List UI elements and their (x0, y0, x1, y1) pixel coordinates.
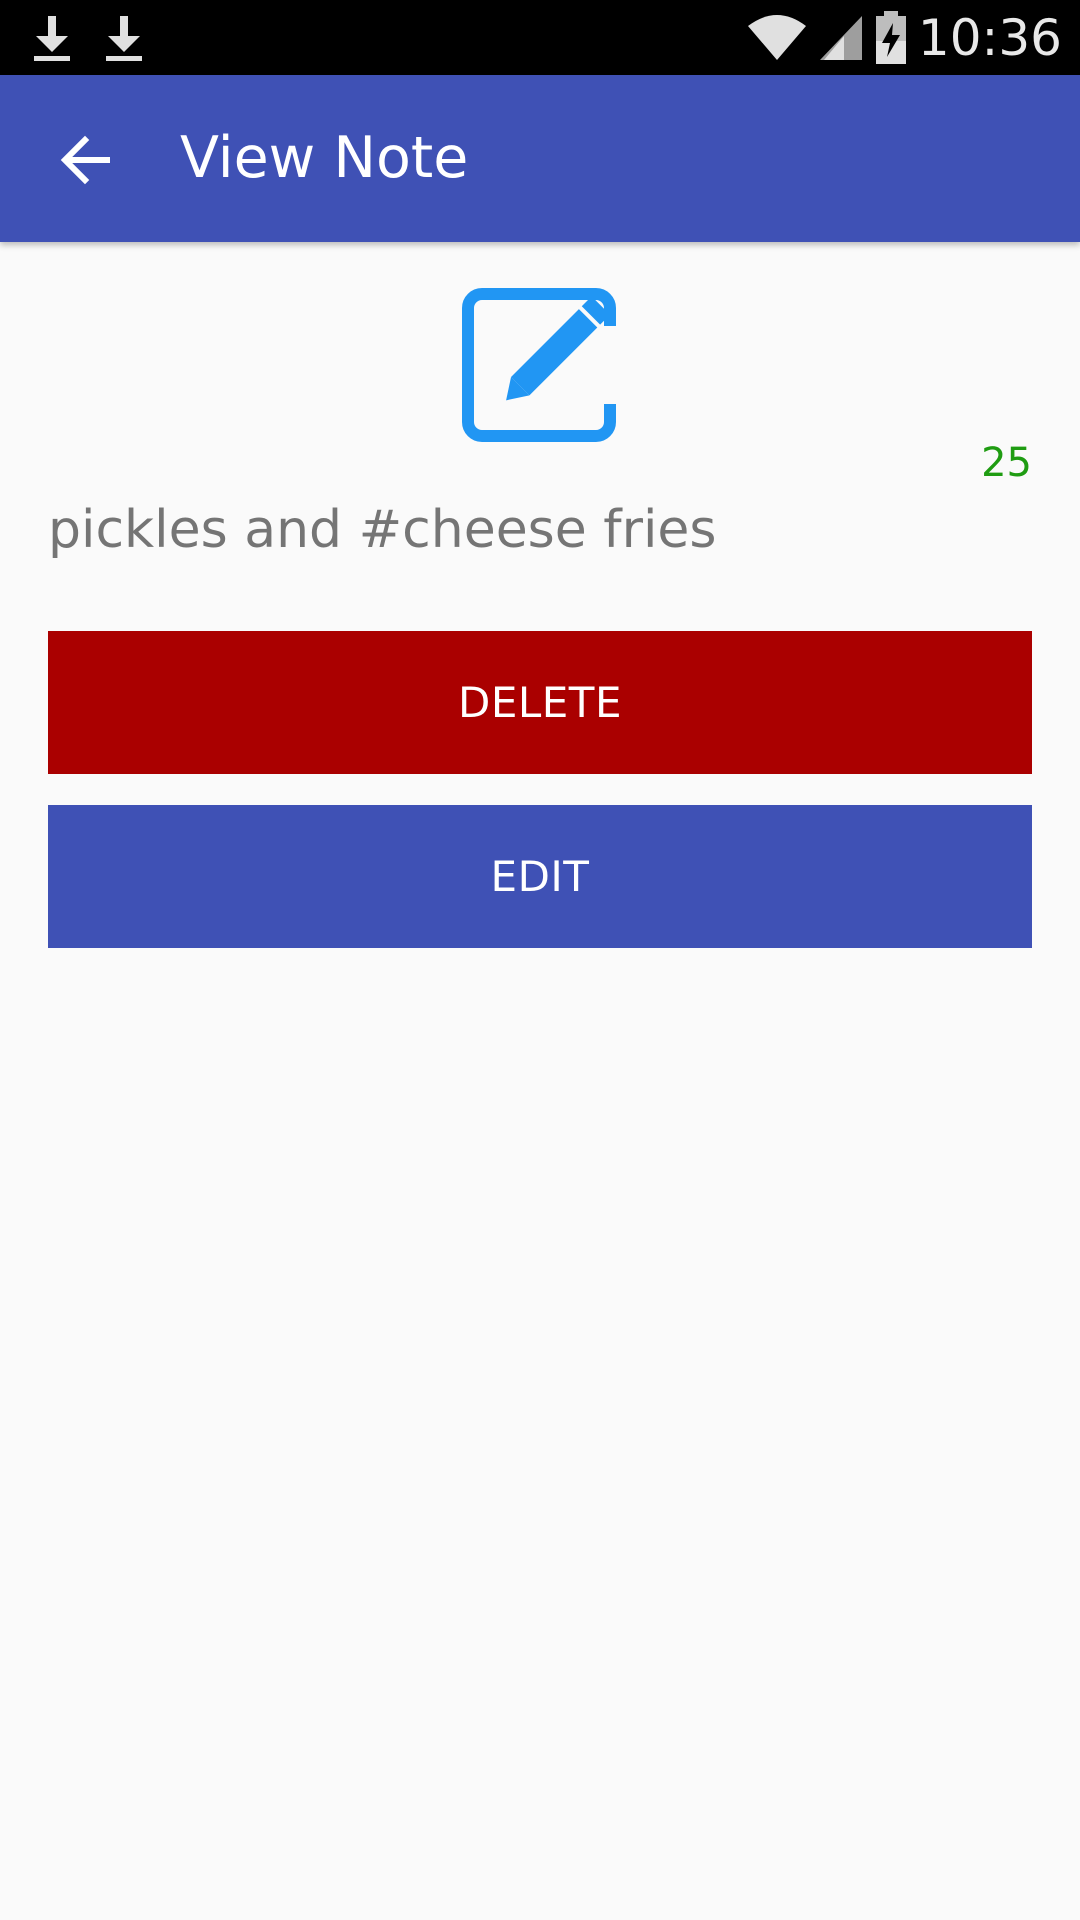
download-icon (34, 16, 70, 61)
edit-note-icon (462, 288, 618, 442)
delete-button[interactable]: DELETE (48, 631, 1032, 774)
wifi-icon (747, 14, 806, 60)
battery-charging-icon (875, 10, 906, 64)
character-count: 25 (981, 440, 1032, 486)
edit-button[interactable]: EDIT (48, 805, 1032, 948)
page-title: View Note (180, 125, 469, 191)
note-text: pickles and #cheese fries (48, 500, 717, 560)
app-bar: View Note (0, 75, 1080, 242)
signal-icon (819, 15, 862, 60)
notification-icons (30, 12, 146, 62)
system-status: 10:36 (746, 0, 1062, 75)
back-button[interactable] (40, 115, 130, 205)
arrow-back-icon (60, 135, 110, 185)
status-time: 10:36 (917, 8, 1062, 67)
download-icon (106, 16, 142, 61)
status-bar: 10:36 (0, 0, 1080, 75)
